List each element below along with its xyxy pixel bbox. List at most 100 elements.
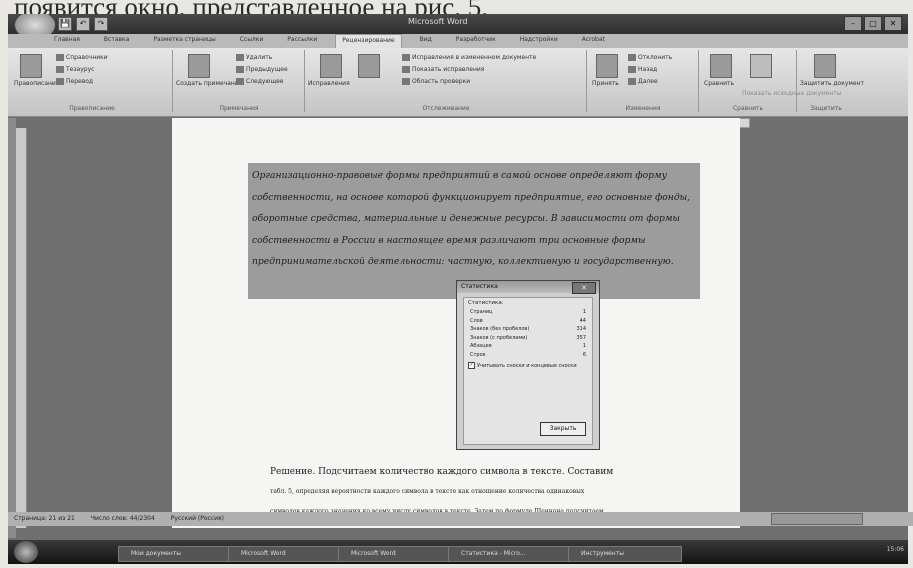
dialog-close-action-button[interactable]: Закрыть — [540, 422, 586, 436]
stat-row: Страниц 1 — [470, 309, 586, 315]
compare-icon — [710, 54, 732, 78]
tab-view[interactable]: Вид — [414, 34, 438, 48]
reject-icon — [628, 54, 636, 61]
compare-button[interactable]: Сравнить — [704, 80, 734, 87]
review-display-icon — [402, 54, 410, 61]
taskbar-item[interactable]: Microsoft Word — [338, 546, 452, 562]
thesaurus-button[interactable]: Тезаурус — [56, 66, 94, 73]
body-line: табл. 5, определяя вероятности каждого с… — [270, 488, 585, 495]
stat-row: Слов 44 — [470, 317, 586, 324]
previous-change-button[interactable]: Назад — [628, 66, 657, 73]
group-label-comments: Примечания — [219, 105, 259, 112]
taskbar-item[interactable]: Microsoft Word — [228, 546, 342, 562]
show-markup-icon — [402, 66, 410, 73]
previous-comment-button[interactable]: Предыдущее — [236, 66, 288, 73]
window-controls: – □ ✕ — [844, 16, 902, 31]
quick-access-toolbar: 💾 ↶ ↷ — [58, 17, 108, 31]
title-bar: 💾 ↶ ↷ Microsoft Word – □ ✕ — [8, 14, 908, 40]
next-comment-button[interactable]: Следующее — [236, 78, 284, 85]
stat-row: Абзацев 1 — [470, 343, 586, 349]
display-for-review-select[interactable]: Исправления в измененном документе — [402, 54, 536, 61]
tab-developer[interactable]: Разработчик — [450, 34, 502, 48]
forward-icon — [628, 78, 636, 85]
translate-button[interactable]: Перевод — [56, 78, 93, 85]
track-changes-button[interactable]: Исправления — [308, 80, 350, 87]
taskbar: Мои документы Microsoft Word Microsoft W… — [8, 540, 908, 564]
thesaurus-icon — [56, 66, 64, 73]
translate-icon — [56, 78, 64, 85]
maximize-button[interactable]: □ — [864, 16, 882, 31]
new-comment-button[interactable]: Создать примечание — [176, 80, 242, 87]
dialog-close-button[interactable]: ✕ — [572, 282, 596, 294]
ribbon-group-tracking: Исправления Исправления в измененном док… — [306, 50, 587, 112]
protect-document-button[interactable]: Защитить документ — [800, 80, 864, 87]
taskbar-item[interactable]: Инструменты — [568, 546, 682, 562]
source-documents-icon — [750, 54, 772, 78]
stat-row: Знаков (с пробелами) 357 — [470, 334, 586, 341]
status-language[interactable]: Русский (Россия) — [171, 512, 224, 526]
ribbon-group-comments: Создать примечание Удалить Предыдущее Сл… — [174, 50, 305, 112]
reviewing-pane-button[interactable]: Область проверки — [402, 78, 470, 85]
track-changes-icon — [320, 54, 342, 78]
delete-comment-button[interactable]: Удалить — [236, 54, 272, 61]
taskbar-item[interactable]: Статистика - Micro... — [448, 546, 572, 562]
tab-acrobat[interactable]: Acrobat — [576, 34, 611, 48]
tab-page-layout[interactable]: Разметка страницы — [147, 34, 221, 48]
spelling-button[interactable]: Правописание — [14, 80, 60, 87]
ribbon-group-compare: Сравнить Показать исходные документы Сра… — [700, 50, 841, 112]
ribbon-group-protect: Защитить документ Защитить — [798, 50, 864, 112]
zoom-slider[interactable] — [771, 513, 863, 525]
footnotes-checkbox[interactable]: ✓ Учитывать сноски и концевые сноски — [464, 359, 592, 372]
delete-icon — [236, 54, 244, 61]
previous-icon — [236, 66, 244, 73]
show-markup-button[interactable]: Показать исправления — [402, 66, 484, 73]
tab-insert[interactable]: Вставка — [98, 34, 135, 48]
selected-paragraph[interactable]: Организационно-правовые формы предприяти… — [252, 165, 697, 273]
clock[interactable]: 15:06 — [887, 546, 904, 553]
tab-addins[interactable]: Надстройки — [514, 34, 564, 48]
statistics-heading: Статистика: — [468, 300, 504, 306]
status-words[interactable]: Число слов: 44/2304 — [91, 512, 155, 526]
spelling-icon — [20, 54, 42, 78]
ribbon-group-changes: Принять Отклонить Назад Далее Изменения — [588, 50, 699, 112]
statistics-dialog: Статистика ✕ Статистика: Страниц 1 Слов 44… — [456, 280, 600, 450]
accept-icon — [596, 54, 618, 78]
window-title: Microsoft Word — [408, 17, 468, 26]
save-icon[interactable]: 💾 — [58, 17, 72, 31]
back-icon — [628, 66, 636, 73]
tab-mailings[interactable]: Рассылки — [281, 34, 323, 48]
close-button[interactable]: ✕ — [884, 16, 902, 31]
research-button[interactable]: Справочники — [56, 54, 108, 61]
ribbon-group-proofing: Правописание Справочники Тезаурус Перево… — [12, 50, 173, 112]
status-page[interactable]: Страница: 21 из 21 — [14, 512, 75, 526]
accept-button[interactable]: Принять — [592, 80, 619, 87]
group-label-compare: Сравнить — [732, 105, 764, 112]
left-frame — [8, 118, 16, 538]
new-comment-icon — [188, 54, 210, 78]
reject-button[interactable]: Отклонить — [628, 54, 672, 61]
next-change-button[interactable]: Далее — [628, 78, 658, 85]
group-label-proofing: Правописание — [69, 105, 115, 112]
minimize-button[interactable]: – — [844, 16, 862, 31]
balloons-icon — [358, 54, 380, 78]
vertical-ruler[interactable] — [16, 128, 27, 528]
research-icon — [56, 54, 64, 61]
ribbon-tabs: Главная Вставка Разметка страницы Ссылки… — [48, 34, 611, 48]
start-button[interactable] — [14, 541, 38, 563]
ribbon: Правописание Справочники Тезаурус Перево… — [8, 48, 908, 117]
tab-review[interactable]: Рецензирование — [335, 34, 402, 48]
reviewing-pane-icon — [402, 78, 410, 85]
tab-home[interactable]: Главная — [48, 34, 86, 48]
tab-references[interactable]: Ссылки — [234, 34, 270, 48]
protect-document-icon — [814, 54, 836, 78]
stat-row: Строк 6 — [470, 351, 586, 358]
checkbox-checked-icon: ✓ — [468, 362, 475, 369]
redo-icon[interactable]: ↷ — [94, 17, 108, 31]
undo-icon[interactable]: ↶ — [76, 17, 90, 31]
stat-row: Знаков (без пробелов) 314 — [470, 326, 586, 332]
group-label-tracking: Отслеживание — [422, 105, 470, 112]
solution-line: Решение. Подсчитаем количество каждого с… — [270, 467, 614, 477]
next-icon — [236, 78, 244, 85]
group-label-protect: Защитить — [810, 105, 842, 112]
taskbar-item[interactable]: Мои документы — [118, 546, 232, 562]
